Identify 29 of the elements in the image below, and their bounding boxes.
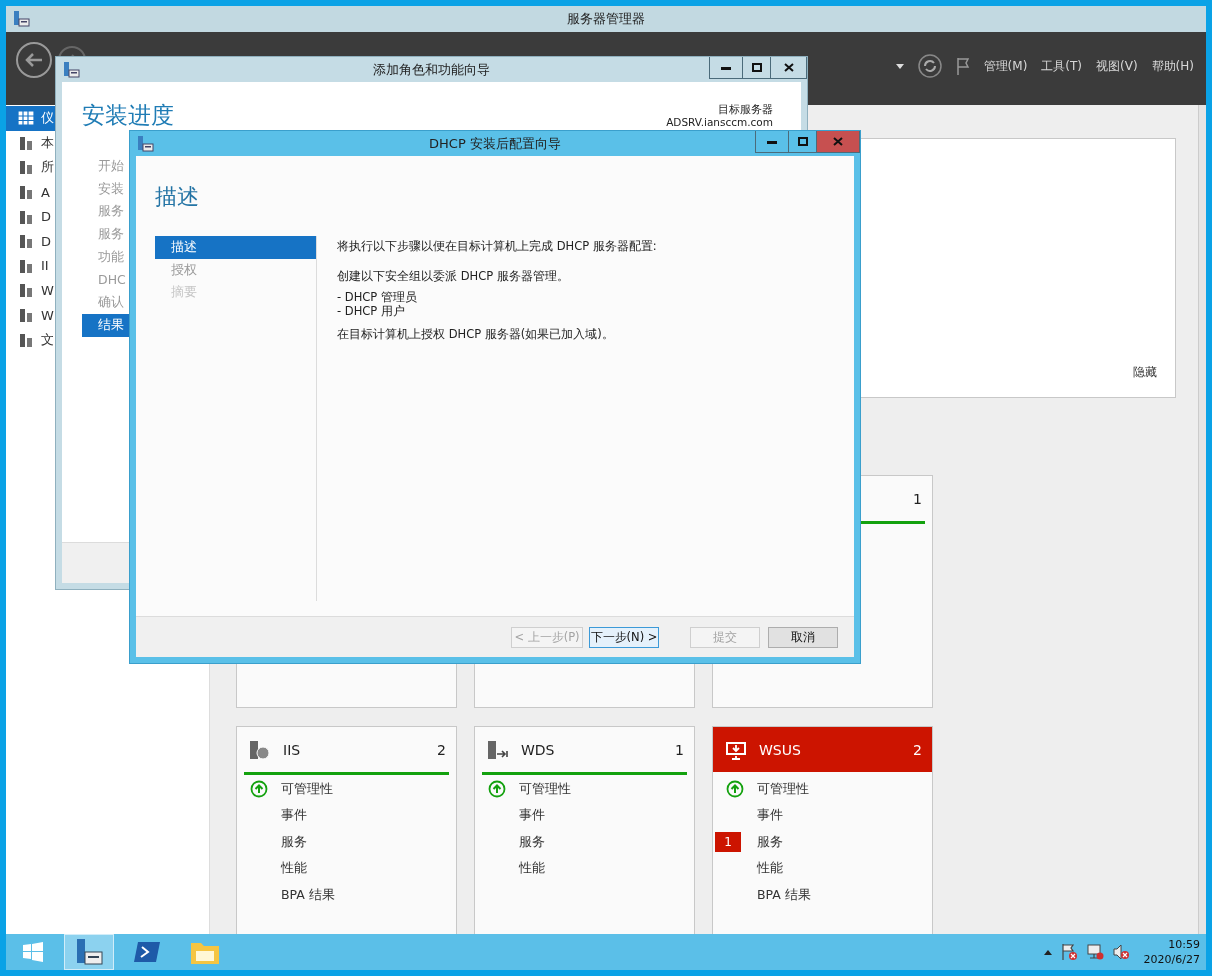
target-label: 目标服务器 (718, 103, 773, 116)
date: 2020/6/27 (1143, 952, 1200, 967)
window-title: 添加角色和功能向导 (373, 60, 490, 79)
window-title: DHCP 安装后配置向导 (429, 134, 561, 153)
sidebar-label: D (41, 233, 51, 249)
description-text: 将执行以下步骤以便在目标计算机上完成 DHCP 服务器配置: (337, 239, 657, 253)
description-text: 创建以下安全组以委派 DHCP 服务器管理。 (337, 269, 570, 283)
sidebar-label: A (41, 184, 50, 200)
server-count: 2 (437, 741, 446, 758)
server-count: 1 (913, 490, 922, 507)
sidebar-label: W (41, 307, 54, 323)
sidebar-label: W (41, 282, 54, 298)
sidebar-label: 所 (41, 158, 54, 177)
group-item: - DHCP 用户 (337, 304, 406, 318)
sidebar-label: D (41, 209, 51, 225)
sidebar-label: II (41, 258, 49, 274)
sidebar-label: 文 (41, 330, 54, 349)
page-heading: 描述 (154, 183, 200, 211)
page-heading: 安装进度 (82, 103, 174, 129)
window-title: 服务器管理器 (567, 10, 645, 28)
sidebar-label: 本 (41, 133, 54, 152)
alert-count: 1 (715, 832, 741, 853)
time: 10:59 (1168, 937, 1200, 952)
server-count: 2 (913, 741, 922, 758)
group-item: - DHCP 管理员 (337, 290, 418, 304)
sidebar-label: 仪 (41, 109, 54, 128)
target-server: ADSRV.iansccm.com (666, 116, 773, 129)
server-count: 1 (675, 741, 684, 758)
description-text: 在目标计算机上授权 DHCP 服务器(如果已加入域)。 (337, 327, 615, 341)
